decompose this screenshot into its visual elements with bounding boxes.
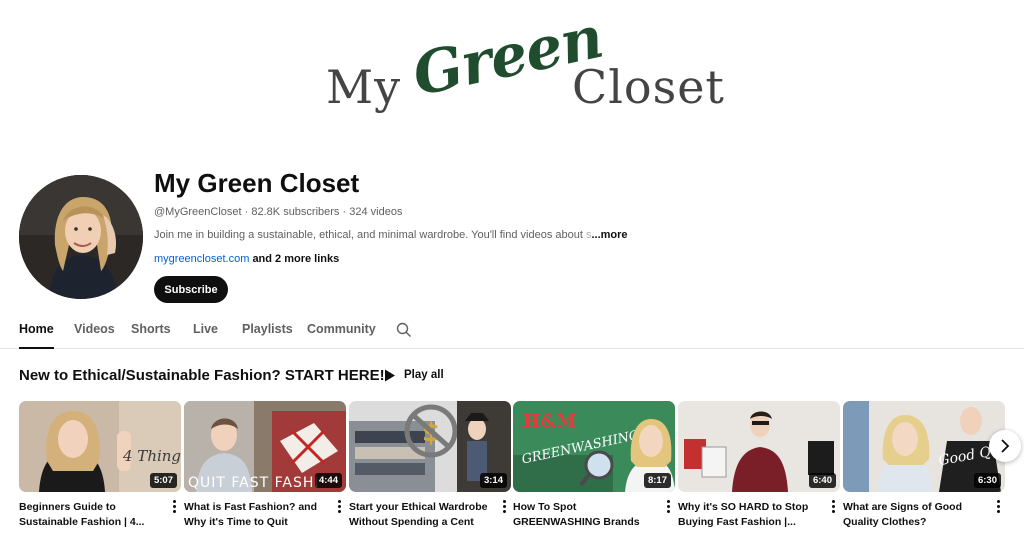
more-links-button[interactable]: and 2 more links: [252, 253, 339, 265]
video-card[interactable]: $ 3:14 Start your Ethical Wardrobe Witho…: [349, 401, 511, 534]
banner-word-closet: Closet: [572, 60, 725, 114]
tab-home[interactable]: Home: [19, 322, 54, 349]
channel-handle: @MyGreenCloset: [154, 206, 242, 218]
meta-separator: ·: [244, 206, 249, 218]
video-count: 324 videos: [349, 206, 403, 218]
banner-logo: My Green Closet: [326, 3, 724, 130]
play-icon: [385, 369, 395, 381]
section-title: New to Ethical/Sustainable Fashion? STAR…: [19, 367, 385, 384]
search-icon[interactable]: [396, 322, 412, 338]
description-more-link[interactable]: ...more: [591, 229, 627, 241]
more-vert-icon[interactable]: [993, 499, 1003, 513]
tab-community[interactable]: Community: [307, 322, 376, 349]
carousel-next-button[interactable]: [989, 430, 1021, 462]
video-title[interactable]: Why it's SO HARD to Stop Buying Fast Fas…: [678, 500, 824, 530]
avatar-image: [19, 175, 143, 299]
thumbnail-text: QUIT FAST FASHI: [188, 475, 320, 491]
video-card[interactable]: Good Quality? 6:30 What are Signs of Goo…: [843, 401, 1005, 534]
video-thumbnail[interactable]: H&M GREENWASHING? 8:17: [513, 401, 675, 492]
video-title[interactable]: Beginners Guide to Sustainable Fashion |…: [19, 500, 165, 530]
channel-links: mygreencloset.com and 2 more links: [154, 253, 339, 265]
subscribe-button[interactable]: Subscribe: [154, 276, 228, 303]
video-thumbnail[interactable]: 4 Things 5:07: [19, 401, 181, 492]
svg-text:H&M: H&M: [523, 411, 576, 432]
video-duration: 4:44: [314, 473, 342, 488]
more-vert-icon[interactable]: [663, 499, 673, 513]
subscriber-count: 82.8K subscribers: [251, 206, 340, 218]
tab-live[interactable]: Live: [193, 322, 218, 349]
video-thumbnail[interactable]: $ 3:14: [349, 401, 511, 492]
thumbnail-text: 4 Things: [122, 447, 181, 465]
video-duration: 5:07: [149, 473, 177, 488]
video-thumbnail[interactable]: QUIT FAST FASHI 4:44: [184, 401, 346, 492]
chevron-right-icon: [1001, 439, 1010, 453]
channel-avatar[interactable]: [19, 175, 143, 299]
video-duration: 3:14: [479, 473, 507, 488]
video-card[interactable]: 4 Things 5:07 Beginners Guide to Sustain…: [19, 401, 181, 534]
more-vert-icon[interactable]: [169, 499, 179, 513]
tab-shorts[interactable]: Shorts: [131, 322, 171, 349]
play-all-button[interactable]: Play all: [384, 365, 444, 385]
channel-website-link[interactable]: mygreencloset.com: [154, 253, 249, 265]
video-title[interactable]: What is Fast Fashion? and Why it's Time …: [184, 500, 330, 530]
video-title[interactable]: How To Spot GREENWASHING Brands: [513, 500, 659, 530]
channel-banner: My Green Closet: [0, 0, 1024, 150]
channel-meta: @MyGreenCloset · 82.8K subscribers · 324…: [154, 206, 402, 218]
tab-videos[interactable]: Videos: [74, 322, 115, 349]
video-thumbnail[interactable]: Good Quality? 6:30: [843, 401, 1005, 492]
video-duration: 8:17: [643, 473, 671, 488]
description-text: Join me in building a sustainable, ethic…: [154, 229, 583, 241]
video-card[interactable]: H&M GREENWASHING? 8:17 How To Spot GREEN…: [513, 401, 675, 534]
channel-name: My Green Closet: [154, 168, 360, 198]
tab-playlists[interactable]: Playlists: [242, 322, 293, 349]
video-card[interactable]: 6:40 Why it's SO HARD to Stop Buying Fas…: [678, 401, 840, 534]
more-vert-icon[interactable]: [828, 499, 838, 513]
video-card[interactable]: QUIT FAST FASHI 4:44 What is Fast Fashio…: [184, 401, 346, 534]
video-title[interactable]: What are Signs of Good Quality Clothes?: [843, 500, 989, 530]
video-duration: 6:40: [808, 473, 836, 488]
more-vert-icon[interactable]: [334, 499, 344, 513]
video-duration: 6:30: [973, 473, 1001, 488]
channel-tabs: Home Videos Shorts Live Playlists Commun…: [0, 318, 1024, 349]
video-title[interactable]: Start your Ethical Wardrobe Without Spen…: [349, 500, 495, 530]
meta-separator: ·: [342, 206, 347, 218]
video-thumbnail[interactable]: 6:40: [678, 401, 840, 492]
banner-word-my: My: [326, 60, 402, 114]
more-vert-icon[interactable]: [499, 499, 509, 513]
play-all-label: Play all: [404, 369, 444, 381]
channel-description[interactable]: Join me in building a sustainable, ethic…: [154, 229, 628, 241]
